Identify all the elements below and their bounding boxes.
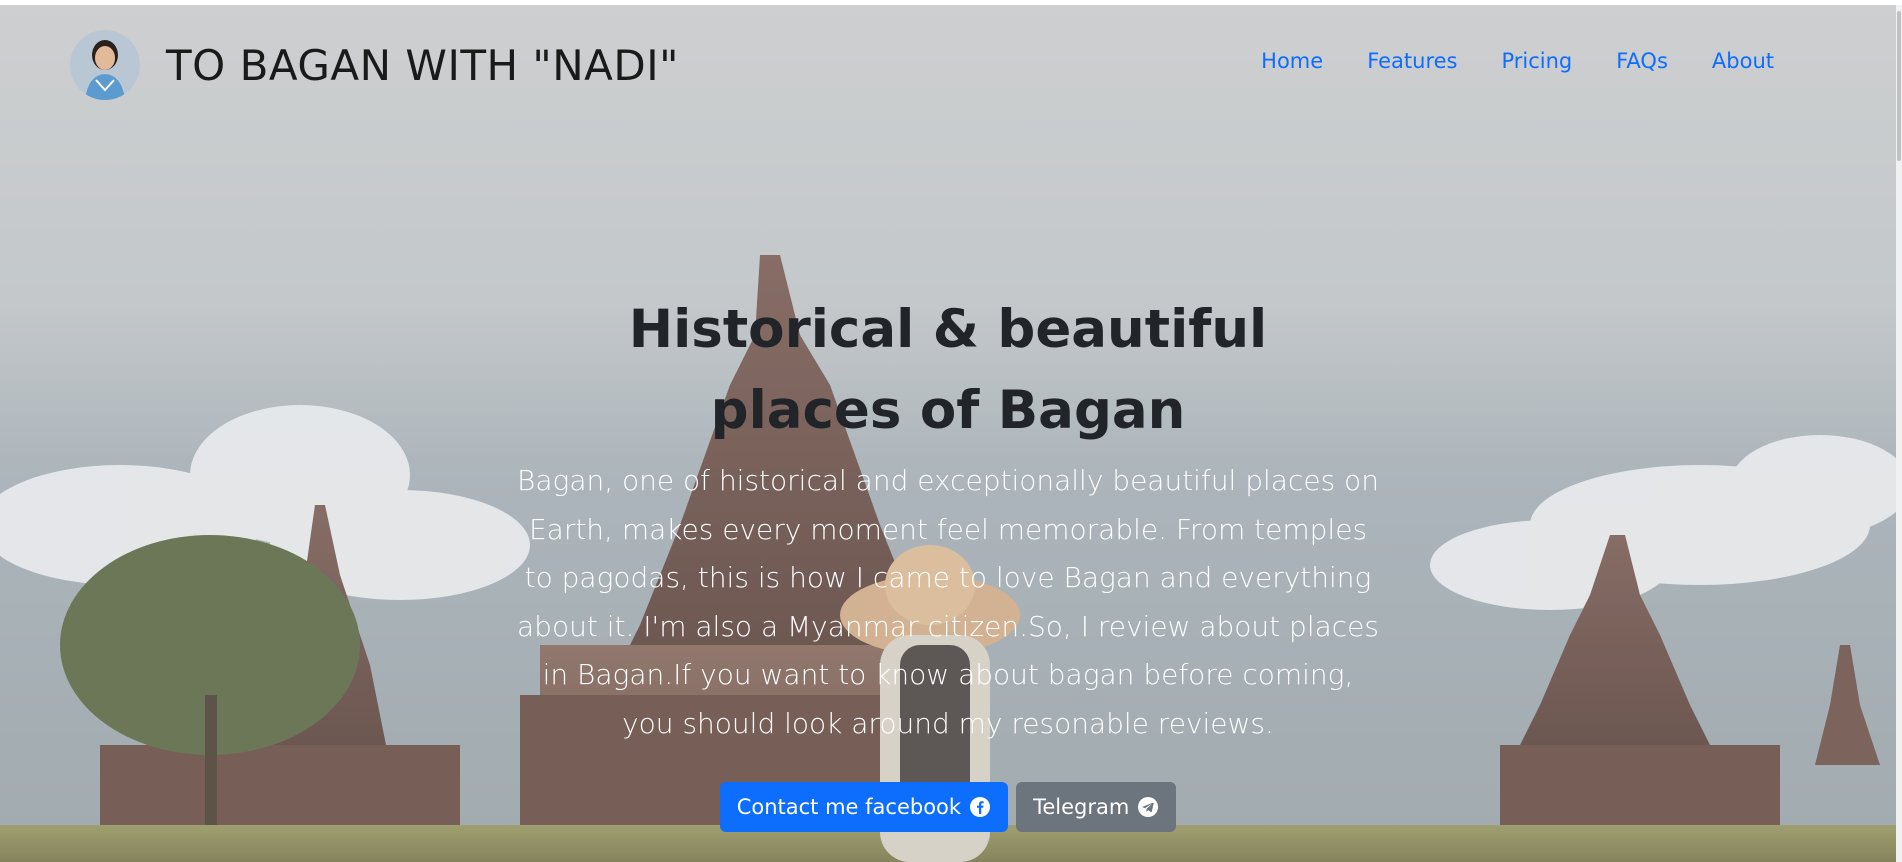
page-scrollbar[interactable]	[1896, 5, 1902, 862]
telegram-label: Telegram	[1033, 795, 1130, 819]
nav-item-features[interactable]: Features	[1345, 43, 1479, 79]
hero-lead-text: Bagan, one of historical and exceptional…	[517, 464, 1379, 740]
scrollbar-thumb[interactable]	[1897, 11, 1901, 161]
brand-link[interactable]: TO BAGAN WITH "NADI"	[70, 30, 679, 100]
main-nav: Home Features Pricing FAQs About	[1239, 43, 1796, 79]
nav-item-about[interactable]: About	[1690, 43, 1796, 79]
avatar	[70, 30, 140, 100]
profile-photo-icon	[70, 30, 140, 100]
brand-title: TO BAGAN WITH "NADI"	[166, 40, 679, 90]
browser-top-edge	[0, 0, 1902, 5]
hero-actions: Contact me facebook Telegram	[0, 782, 1896, 832]
facebook-icon	[970, 797, 991, 817]
telegram-icon	[1138, 797, 1159, 817]
contact-facebook-button[interactable]: Contact me facebook	[719, 782, 1009, 832]
site-header: TO BAGAN WITH "NADI" Home Features Prici…	[0, 5, 1896, 115]
page: TO BAGAN WITH "NADI" Home Features Prici…	[0, 0, 1902, 862]
contact-facebook-label: Contact me facebook	[736, 795, 962, 819]
nav-item-home[interactable]: Home	[1239, 43, 1345, 79]
hero-title: Historical & beautiful places of Bagan	[628, 299, 1268, 441]
nav-item-pricing[interactable]: Pricing	[1479, 43, 1594, 79]
telegram-button[interactable]: Telegram	[1016, 782, 1177, 832]
nav-item-faqs[interactable]: FAQs	[1594, 43, 1690, 79]
